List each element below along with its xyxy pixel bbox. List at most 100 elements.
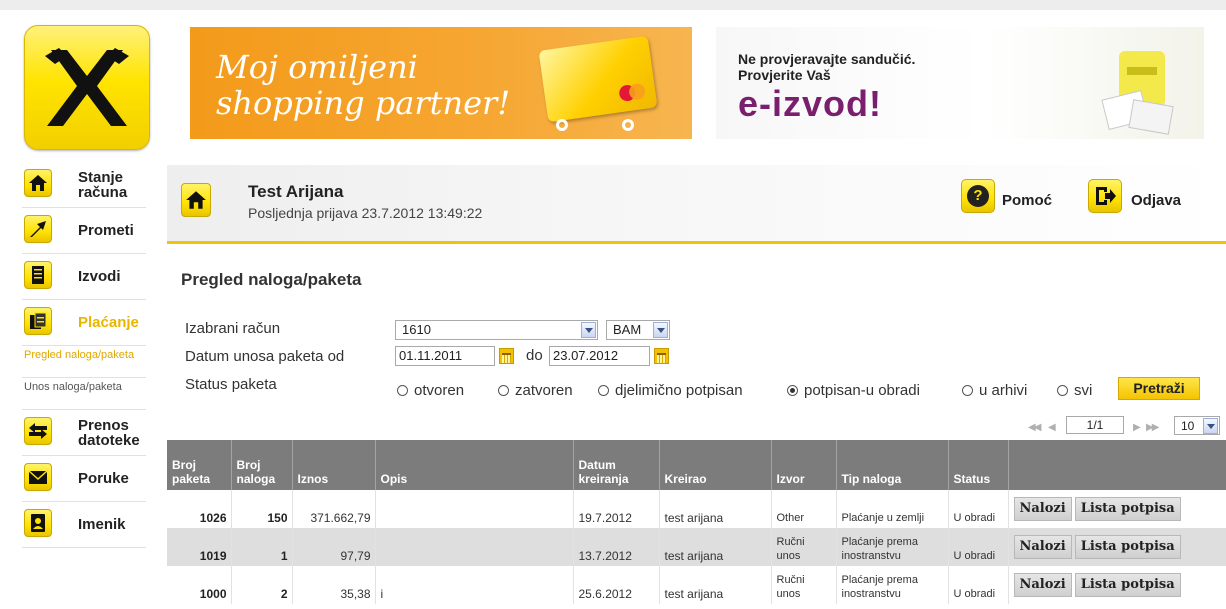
radio-icon — [397, 384, 408, 396]
date-to-input[interactable]: 23.07.2012 — [549, 346, 650, 366]
prev-page-icon[interactable]: ◀ — [1048, 422, 1056, 433]
col-header-iznos[interactable]: Iznos — [292, 440, 376, 490]
calendar-icon[interactable] — [499, 348, 514, 364]
next-page-icon[interactable]: ▶ — [1133, 422, 1141, 433]
sidebar-subitem-unos-naloga[interactable]: Unos naloga/paketa — [22, 378, 146, 410]
cell-broj-paketa: 1026 — [167, 490, 232, 528]
radio-selected-icon — [787, 384, 798, 396]
home-button[interactable] — [181, 183, 211, 217]
help-button[interactable]: ? — [961, 179, 995, 213]
cell-izvor: Other — [771, 490, 837, 528]
sidebar-item-placanje[interactable]: Plaćanje — [22, 300, 146, 346]
account-select[interactable]: 1610 — [395, 320, 598, 340]
first-page-icon[interactable]: ◀◀ — [1028, 422, 1041, 433]
page-size-select[interactable]: 10 — [1174, 416, 1220, 435]
cell-iznos: 97,79 — [292, 528, 376, 566]
status-radio-svi[interactable]: svi — [1057, 380, 1092, 400]
sidebar-item-izvodi[interactable]: Izvodi — [22, 254, 146, 300]
sidebar-item-prenos-datoteke[interactable]: Prenos datoteke — [22, 410, 146, 456]
nalozi-button[interactable]: Nalozi — [1013, 497, 1072, 521]
bank-logo[interactable] — [24, 25, 150, 150]
date-from-input[interactable]: 01.11.2011 — [395, 346, 495, 366]
logout-label[interactable]: Odjava — [1131, 192, 1181, 209]
chevron-down-icon — [581, 322, 596, 338]
cell-kreirao: test arijana — [659, 566, 772, 604]
payment-icon — [24, 307, 52, 335]
cell-broj-paketa: 1019 — [167, 528, 232, 566]
col-header-broj-naloga[interactable]: Broj naloga — [231, 440, 293, 490]
status-radio-potpisan-u-obradi[interactable]: potpisan-u obradi — [787, 380, 920, 400]
cell-status: U obradi — [948, 490, 1009, 528]
radio-label: djelimično potpisan — [615, 381, 743, 399]
packages-table: Broj paketa Broj naloga Iznos Opis Datum… — [167, 440, 1226, 604]
status-radio-u-arhivi[interactable]: u arhivi — [962, 380, 1027, 400]
e-izvod-banner[interactable]: Ne provjeravajte sandučić. Provjerite Va… — [716, 27, 1204, 139]
lista-potpisa-button[interactable]: Lista potpisa — [1074, 535, 1181, 559]
cell-status: U obradi — [948, 528, 1009, 566]
lista-potpisa-button[interactable]: Lista potpisa — [1074, 497, 1181, 521]
cell-tip-naloga: Plaćanje u zemlji — [836, 490, 949, 528]
col-header-opis[interactable]: Opis — [375, 440, 574, 490]
table-header-row: Broj paketa Broj naloga Iznos Opis Datum… — [167, 440, 1226, 490]
nalozi-button[interactable]: Nalozi — [1013, 535, 1072, 559]
account-label: Izabrani račun — [185, 320, 281, 337]
col-header-status[interactable]: Status — [948, 440, 1009, 490]
status-radio-djelimicno-potpisan[interactable]: djelimično potpisan — [598, 380, 743, 400]
last-page-icon[interactable]: ▶▶ — [1146, 422, 1159, 433]
calendar-icon[interactable] — [654, 348, 669, 364]
radio-label: svi — [1074, 381, 1093, 399]
radio-icon — [962, 384, 973, 396]
lista-potpisa-button[interactable]: Lista potpisa — [1074, 573, 1181, 597]
currency-select[interactable]: BAM — [606, 320, 670, 340]
cell-broj-naloga: 150 — [231, 490, 293, 528]
status-radio-otvoren[interactable]: otvoren — [397, 380, 464, 400]
col-header-actions — [1008, 440, 1226, 490]
cell-broj-naloga: 2 — [231, 566, 293, 604]
page-header: Test Arijana Posljednja prijava 23.7.201… — [167, 165, 1226, 241]
cell-datum: 13.7.2012 — [573, 528, 660, 566]
cell-status: U obradi — [948, 566, 1009, 604]
col-header-datum-kreiranja[interactable]: Datum kreiranja — [573, 440, 660, 490]
logout-button[interactable] — [1088, 179, 1122, 213]
search-button[interactable]: Pretraži — [1118, 377, 1200, 400]
cell-izvor: Ručni unos — [771, 566, 837, 604]
sidebar-item-prometi[interactable]: Prometi — [22, 208, 146, 254]
page-size-value: 10 — [1181, 419, 1195, 433]
sidebar-item-imenik[interactable]: Imenik — [22, 502, 146, 548]
address-book-icon — [24, 509, 52, 537]
radio-label: potpisan-u obradi — [804, 381, 920, 399]
nalozi-button[interactable]: Nalozi — [1013, 573, 1072, 597]
shopping-card-banner[interactable]: Moj omiljeni shopping partner! — [190, 27, 692, 139]
col-header-izvor[interactable]: Izvor — [771, 440, 837, 490]
date-to-label: do — [526, 347, 543, 364]
radio-icon — [1057, 384, 1068, 396]
sidebar-item-poruke[interactable]: Poruke — [22, 456, 146, 502]
sidebar-item-label: Stanje računa — [78, 168, 128, 201]
radio-label: otvoren — [414, 381, 465, 399]
top-strip — [0, 0, 1226, 10]
cell-datum: 19.7.2012 — [573, 490, 660, 528]
sidebar-item-label: Prenos datoteke — [78, 416, 140, 449]
cell-opis: i — [375, 566, 574, 604]
envelope-icon — [24, 463, 52, 491]
help-label[interactable]: Pomoć — [1002, 192, 1052, 209]
document-icon — [24, 261, 52, 289]
cell-datum: 25.6.2012 — [573, 566, 660, 604]
table-row[interactable]: 1026 150 371.662,79 19.7.2012 test arija… — [167, 490, 1226, 528]
table-row[interactable]: 1019 1 97,79 13.7.2012 test arijana Ručn… — [167, 528, 1226, 566]
status-radio-zatvoren[interactable]: zatvoren — [498, 380, 573, 400]
last-login: Posljednja prijava 23.7.2012 13:49:22 — [248, 205, 483, 221]
cell-tip-naloga: Plaćanje prema inostranstvu — [836, 566, 949, 604]
col-header-kreirao[interactable]: Kreirao — [659, 440, 772, 490]
col-header-broj-paketa[interactable]: Broj paketa — [167, 440, 232, 490]
chevron-down-icon — [653, 322, 668, 338]
sidebar-item-stanje-racuna[interactable]: Stanje računa — [22, 162, 146, 208]
sidebar-subitem-pregled-naloga[interactable]: Pregled naloga/paketa — [22, 346, 146, 378]
table-row[interactable]: 1000 2 35,38 i 25.6.2012 test arijana Ru… — [167, 566, 1226, 604]
sidebar-nav: Stanje računa Prometi Izvodi Plaćanje Pr… — [22, 162, 146, 548]
cell-izvor: Ručni unos — [771, 528, 837, 566]
page-indicator[interactable]: 1/1 — [1066, 416, 1124, 434]
col-header-tip-naloga[interactable]: Tip naloga — [836, 440, 949, 490]
banner2-line2: Provjerite Vaš — [738, 67, 831, 83]
sidebar-item-label: Poruke — [78, 470, 129, 487]
